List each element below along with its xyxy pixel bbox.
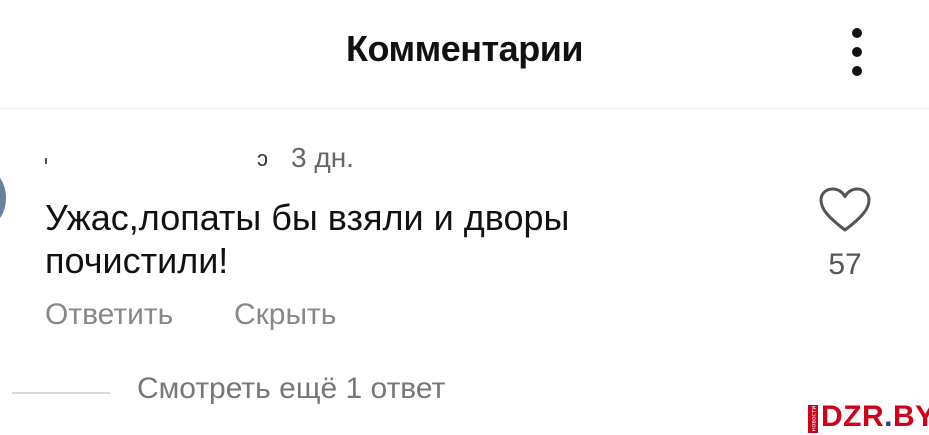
comments-screen: Комментарии ɔ 3 дн. Ужас,лопаты бы взяли…: [0, 0, 929, 435]
like-button[interactable]: [818, 186, 872, 234]
page-title: Комментарии: [346, 28, 583, 69]
view-more-replies-button[interactable]: Смотреть ещё 1 ответ: [137, 372, 445, 406]
comments-header: Комментарии: [0, 0, 929, 109]
watermark-side-tab: новости: [808, 405, 818, 433]
more-options-button[interactable]: [840, 24, 874, 80]
comment-text: Ужас,лопаты бы взяли и дворы почистили!: [45, 197, 570, 281]
heart-outline-icon: [819, 187, 871, 232]
site-watermark-logo: новости DZR.BY: [808, 403, 929, 433]
replies-divider: [12, 392, 110, 394]
reply-button[interactable]: Ответить: [45, 298, 173, 332]
comment-timestamp: 3 дн.: [291, 142, 354, 173]
avatar[interactable]: [0, 168, 6, 228]
hide-button[interactable]: Скрыть: [234, 298, 336, 332]
comment-author[interactable]: ɔ: [45, 140, 275, 174]
watermark-brand: DZR.BY: [821, 403, 929, 433]
like-count: 57: [828, 248, 862, 281]
